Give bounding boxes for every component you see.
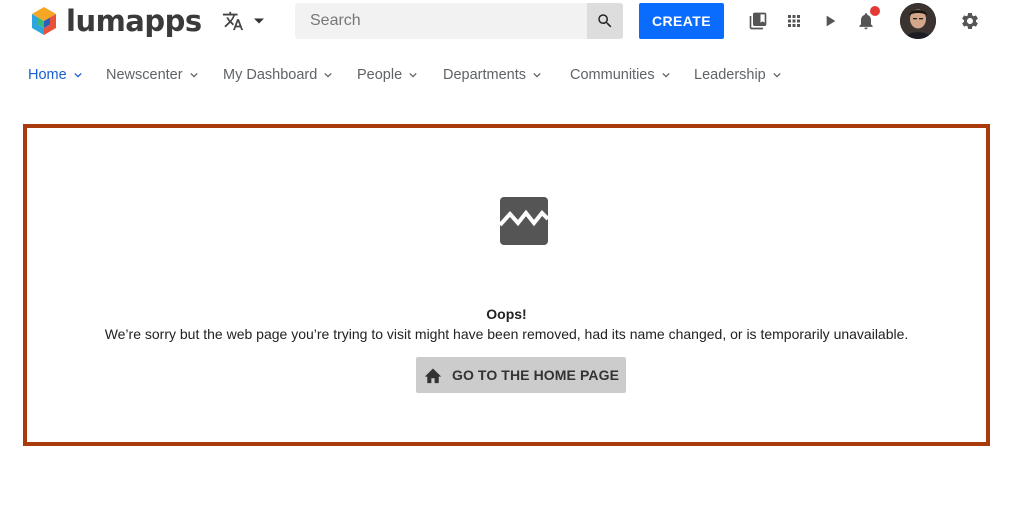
- translate-icon: [222, 11, 244, 31]
- user-photo: [900, 3, 936, 39]
- library-button[interactable]: [747, 10, 769, 32]
- nav-item-newscenter[interactable]: Newscenter: [106, 62, 198, 88]
- chevron-down-icon: [189, 72, 198, 78]
- nav-item-label: Leadership: [694, 67, 766, 83]
- chevron-down-icon: [661, 72, 670, 78]
- nav-item-label: Communities: [570, 67, 655, 83]
- error-panel: Oops! We’re sorry but the web page you’r…: [23, 124, 990, 446]
- nav-item-label: Home: [28, 67, 67, 83]
- lumapps-logo-mark: [32, 7, 56, 35]
- error-message: We’re sorry but the web page you’re tryi…: [104, 326, 909, 342]
- nav-item-label: People: [357, 67, 403, 83]
- nav-item-communities[interactable]: Communities: [570, 62, 670, 88]
- nav-item-people[interactable]: People: [357, 62, 417, 88]
- main-navigation: Home Newscenter My Dashboard People Depa…: [0, 62, 1016, 88]
- search-input[interactable]: [295, 3, 587, 39]
- nav-item-leadership[interactable]: Leadership: [694, 62, 781, 88]
- go-home-label: GO TO THE HOME PAGE: [451, 367, 620, 383]
- chevron-down-icon: [409, 72, 417, 78]
- nav-item-label: Newscenter: [106, 67, 183, 83]
- notification-dot: [870, 6, 880, 16]
- create-button[interactable]: CREATE: [639, 3, 724, 39]
- nav-item-departments[interactable]: Departments: [443, 62, 541, 88]
- avatar[interactable]: [900, 3, 936, 39]
- nav-item-home[interactable]: Home: [28, 62, 82, 88]
- search-box: [295, 3, 623, 39]
- library-icon: [749, 12, 767, 30]
- error-title: Oops!: [486, 306, 527, 322]
- search-button[interactable]: [587, 3, 623, 39]
- search-icon: [598, 14, 612, 28]
- go-home-button[interactable]: GO TO THE HOME PAGE: [416, 357, 626, 393]
- chevron-down-icon: [533, 72, 541, 78]
- settings-icon: [962, 12, 978, 29]
- apps-button[interactable]: [783, 10, 805, 32]
- nav-item-my-dashboard[interactable]: My Dashboard: [223, 62, 332, 88]
- home-icon: [424, 368, 442, 384]
- chevron-down-icon: [324, 72, 332, 78]
- notifications-button[interactable]: [855, 6, 880, 32]
- broken-image-icon: [500, 197, 548, 245]
- settings-button[interactable]: [959, 10, 981, 32]
- logo-text: lumapps: [66, 4, 202, 38]
- nav-item-label: Departments: [443, 67, 527, 83]
- chevron-down-icon: [74, 72, 82, 78]
- top-bar: lumapps CREATE: [0, 0, 1016, 42]
- nav-item-label: My Dashboard: [223, 67, 318, 83]
- lumapps-logo[interactable]: lumapps: [28, 4, 202, 38]
- apps-grid-icon: [788, 15, 800, 27]
- chevron-down-icon: [773, 72, 781, 78]
- chevron-down-icon: [254, 18, 264, 24]
- language-selector[interactable]: [222, 10, 264, 32]
- play-icon: [826, 15, 836, 27]
- play-button[interactable]: [819, 10, 841, 32]
